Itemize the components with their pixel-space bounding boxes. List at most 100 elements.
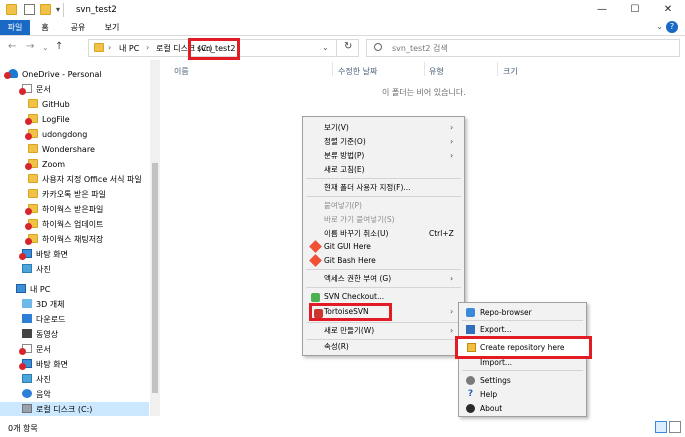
download-icon [22, 314, 32, 323]
ribbon-expand-icon[interactable]: ⌄ [656, 22, 663, 31]
export-icon [466, 325, 475, 334]
submenu-item-about[interactable]: About [480, 402, 502, 415]
search-input[interactable]: svn_test2 검색 [392, 43, 448, 54]
menu-item-refresh[interactable]: 새로 고침(E) [324, 163, 365, 176]
column-header-name[interactable]: 이름 [174, 66, 189, 77]
address-dropdown-icon[interactable]: ⌄ [322, 43, 329, 52]
close-button[interactable]: ✕ [653, 0, 683, 20]
properties-icon[interactable] [24, 4, 35, 15]
new-folder-icon[interactable] [40, 4, 51, 15]
folder-icon [25, 204, 38, 215]
music-note-icon [22, 389, 32, 398]
tortoisesvn-icon [314, 309, 323, 318]
submenu-arrow-icon: › [450, 123, 454, 132]
desktop-icon [19, 249, 32, 260]
menu-item-tortoisesvn[interactable]: TortoiseSVN [324, 305, 369, 318]
breadcrumb-current-folder[interactable]: svn_test2 [188, 38, 240, 60]
submenu-item-repo-browser[interactable]: Repo-browser [480, 306, 532, 319]
tree-item-logfile[interactable]: LogFile [25, 112, 70, 127]
submenu-item-create-repository[interactable]: Create repository here [480, 341, 565, 354]
column-header-size[interactable]: 크기 [503, 66, 518, 77]
menu-item-svn-checkout[interactable]: SVN Checkout... [324, 290, 384, 303]
tree-item-3d-objects[interactable]: 3D 개체 [22, 297, 65, 312]
cube-icon [22, 299, 32, 308]
search-icon [374, 43, 382, 51]
tree-item-music[interactable]: 음악 [22, 387, 51, 402]
status-item-count: 0개 항목 [8, 424, 38, 433]
minimize-button[interactable]: — [587, 0, 617, 20]
menu-item-git-bash[interactable]: Git Bash Here [324, 254, 376, 267]
tree-item-hiworks-received[interactable]: 하이웍스 받은파일 [25, 202, 103, 217]
submenu-item-export[interactable]: Export... [480, 323, 512, 336]
svn-overlay-icon [19, 88, 26, 95]
tree-item-office-templates[interactable]: 사용자 지정 Office 서식 파일 [28, 172, 142, 187]
qat-dropdown-icon[interactable]: ▾ [56, 5, 60, 14]
tab-file[interactable]: 파일 [0, 20, 30, 35]
menu-item-undo-rename[interactable]: 이름 바꾸기 취소(U) [324, 227, 388, 240]
breadcrumb-separator[interactable]: › [146, 43, 149, 52]
breadcrumb-this-pc[interactable]: 내 PC [119, 43, 139, 54]
menu-item-git-gui[interactable]: Git GUI Here [324, 240, 371, 253]
tree-item-desktop-pc[interactable]: 바탕 화면 [19, 357, 68, 372]
folder-icon [28, 174, 38, 183]
tree-item-this-pc[interactable]: 내 PC [16, 282, 50, 297]
column-header-type[interactable]: 유형 [429, 66, 444, 77]
computer-icon [16, 284, 26, 293]
tree-item-videos[interactable]: 동영상 [22, 327, 58, 342]
column-header-date-modified[interactable]: 수정한 날짜 [338, 66, 377, 77]
tree-item-documents[interactable]: 문서 [19, 82, 51, 97]
folder-icon [25, 159, 38, 170]
recent-locations-button[interactable]: ⌄ [42, 43, 49, 52]
tab-home[interactable]: 홈 [34, 20, 56, 35]
tree-item-local-disk[interactable]: 로컬 디스크 (C:) [22, 402, 92, 417]
tree-item-udongdong[interactable]: udongdong [25, 127, 87, 142]
repo-browser-icon [466, 308, 475, 317]
menu-item-properties[interactable]: 속성(R) [324, 340, 349, 353]
help-icon[interactable]: ? [666, 21, 678, 33]
drive-icon [22, 404, 32, 413]
address-divider [336, 40, 337, 56]
submenu-item-help[interactable]: Help [480, 388, 497, 401]
tree-item-hiworks-update[interactable]: 하이웍스 업데이트 [25, 217, 103, 232]
menu-item-group-by[interactable]: 분류 방법(P) [324, 149, 364, 162]
tree-item-pictures-pc[interactable]: 사진 [22, 372, 51, 387]
refresh-button[interactable]: ↻ [344, 41, 352, 52]
menu-item-sort-by[interactable]: 정렬 기준(O) [324, 135, 366, 148]
tree-item-github[interactable]: GitHub [28, 97, 70, 112]
menu-item-give-access[interactable]: 액세스 권한 부여 (G) [324, 272, 391, 285]
navigation-scrollbar-thumb[interactable] [152, 163, 158, 393]
up-button[interactable]: ↑ [55, 41, 63, 52]
back-button[interactable]: ← [8, 41, 16, 52]
tree-item-zoom[interactable]: Zoom [25, 157, 65, 172]
window-title: svn_test2 [76, 5, 117, 15]
tab-view[interactable]: 보기 [101, 20, 123, 35]
column-divider[interactable] [497, 62, 498, 76]
column-divider[interactable] [332, 62, 333, 76]
tree-item-onedrive[interactable]: OneDrive - Personal [4, 67, 102, 82]
tree-item-hiworks-chat[interactable]: 하이웍스 채팅저장 [25, 232, 103, 247]
details-view-icon[interactable] [655, 421, 667, 433]
submenu-arrow-icon: › [450, 326, 454, 335]
tree-item-kakaotalk[interactable]: 카카오톡 받은 파일 [28, 187, 106, 202]
tree-item-downloads[interactable]: 다운로드 [22, 312, 65, 327]
tree-item-wondershare[interactable]: Wondershare [28, 142, 95, 157]
maximize-button[interactable]: ☐ [620, 0, 650, 20]
forward-button[interactable]: → [26, 41, 34, 52]
folder-icon [28, 99, 38, 108]
column-divider[interactable] [424, 62, 425, 76]
submenu-arrow-icon: › [450, 307, 454, 316]
submenu-arrow-icon: › [450, 274, 454, 283]
breadcrumb-separator[interactable]: › [108, 43, 111, 52]
svn-overlay-icon [25, 133, 32, 140]
svn-overlay-icon [19, 348, 26, 355]
tree-item-desktop[interactable]: 바탕 화면 [19, 247, 68, 262]
menu-item-customize-folder[interactable]: 현재 폴더 사용자 지정(F)... [324, 181, 411, 194]
tree-item-pictures[interactable]: 사진 [22, 262, 51, 277]
tab-share[interactable]: 공유 [64, 20, 92, 35]
tree-item-documents-pc[interactable]: 문서 [19, 342, 51, 357]
menu-item-new[interactable]: 새로 만들기(W) [324, 324, 374, 337]
menu-item-view[interactable]: 보기(V) [324, 121, 349, 134]
large-icons-view-icon[interactable] [669, 421, 681, 433]
menu-item-paste: 붙여넣기(P) [324, 201, 362, 210]
submenu-item-settings[interactable]: Settings [480, 374, 511, 387]
